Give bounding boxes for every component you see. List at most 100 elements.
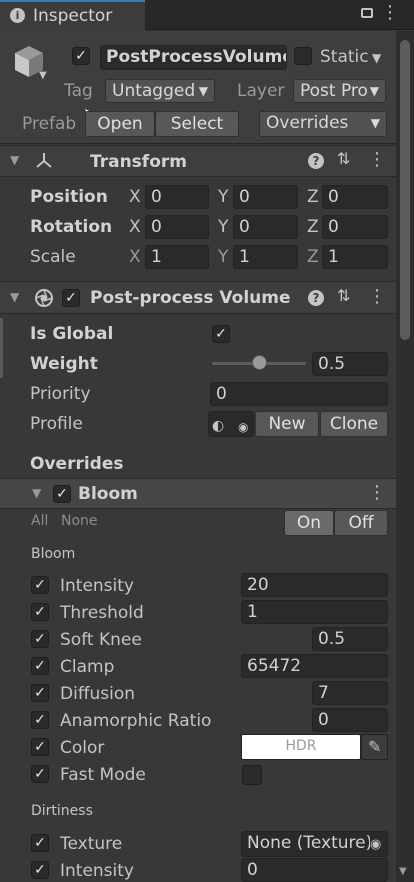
anamorphic-ratio-field[interactable]: 0 xyxy=(312,708,388,732)
clamp-field[interactable]: 65472 xyxy=(241,654,388,678)
position-x-field[interactable]: 0 xyxy=(145,185,209,209)
profile-label: Profile xyxy=(30,414,83,434)
lock-icon[interactable] xyxy=(361,8,373,18)
rotation-z-axis[interactable]: Z xyxy=(307,217,319,237)
prefab-select-button[interactable]: Select xyxy=(155,111,239,137)
intensity-label: Intensity xyxy=(60,576,134,596)
dirt-texture-field[interactable]: None (Texture) ◉ xyxy=(241,831,388,857)
kebab-menu-icon[interactable]: ⋮ xyxy=(368,286,386,307)
bloom-enabled-checkbox[interactable]: ✓ xyxy=(53,485,71,503)
volume-enabled-checkbox[interactable]: ✓ xyxy=(62,289,80,307)
color-override-checkbox[interactable]: ✓ xyxy=(31,738,49,756)
position-x-axis[interactable]: X xyxy=(129,187,141,207)
prefab-overrides-dropdown[interactable]: Overrides ▼ xyxy=(259,111,387,137)
transform-header[interactable]: ▼ Transform ? ⇅ ⋮ xyxy=(0,145,396,177)
static-checkbox[interactable] xyxy=(294,47,312,65)
soft-knee-field[interactable]: 0.5 xyxy=(312,627,388,651)
prefab-open-button[interactable]: Open xyxy=(85,111,155,137)
rotation-y-field[interactable]: 0 xyxy=(233,215,298,239)
aperture-icon xyxy=(34,288,54,308)
position-y-axis[interactable]: Y xyxy=(218,187,228,207)
kebab-menu-icon[interactable]: ⋮ xyxy=(381,2,399,23)
weight-slider-thumb[interactable] xyxy=(251,355,267,370)
overrides-value: Overrides xyxy=(266,113,349,133)
volume-title: Post-process Volume xyxy=(90,288,291,308)
presets-icon[interactable]: ⇅ xyxy=(337,286,350,305)
threshold-field[interactable]: 1 xyxy=(241,600,388,624)
scale-z-field[interactable]: 1 xyxy=(322,245,388,269)
soft-knee-override-checkbox[interactable]: ✓ xyxy=(31,630,49,648)
select-all-link[interactable]: All xyxy=(31,511,48,531)
gameobject-name-field[interactable]: PostProcessVolume xyxy=(100,45,287,70)
profile-asset-icon: ◐ xyxy=(212,418,225,434)
weight-field[interactable]: 0.5 xyxy=(312,352,388,376)
diffusion-override-checkbox[interactable]: ✓ xyxy=(31,684,49,702)
position-z-axis[interactable]: Z xyxy=(307,187,319,207)
help-icon[interactable]: ? xyxy=(308,290,324,306)
bloom-title: Bloom xyxy=(78,484,138,504)
chevron-down-icon: ▼ xyxy=(370,116,380,130)
intensity-field[interactable]: 20 xyxy=(241,573,388,597)
help-icon[interactable]: ? xyxy=(308,153,324,169)
override-indicator-bar xyxy=(0,318,3,378)
rotation-x-field[interactable]: 0 xyxy=(145,215,209,239)
scrollbar-thumb[interactable] xyxy=(400,40,410,340)
bloom-off-toggle[interactable]: Off xyxy=(334,510,388,536)
intensity-override-checkbox[interactable]: ✓ xyxy=(31,576,49,594)
profile-clone-button[interactable]: Clone xyxy=(320,411,388,437)
diffusion-field[interactable]: 7 xyxy=(312,681,388,705)
position-y-field[interactable]: 0 xyxy=(233,185,298,209)
bloom-section-label: Bloom xyxy=(31,546,76,562)
priority-field[interactable]: 0 xyxy=(210,382,388,406)
eyedropper-icon: ✎ xyxy=(368,737,382,756)
collapse-arrow-icon[interactable]: ▼ xyxy=(10,290,19,304)
active-checkbox[interactable]: ✓ xyxy=(72,47,90,65)
static-dropdown-icon[interactable]: ▼ xyxy=(372,51,381,65)
profile-new-button[interactable]: New xyxy=(255,411,319,437)
tag-dropdown[interactable]: Untagged ▼ xyxy=(105,79,215,103)
scroll-down-arrow-icon[interactable]: ▼ xyxy=(399,866,407,877)
object-picker-icon[interactable]: ◉ xyxy=(238,416,248,436)
hdr-label: HDR xyxy=(285,738,317,754)
collapse-arrow-icon[interactable]: ▼ xyxy=(10,153,19,167)
rotation-z-field[interactable]: 0 xyxy=(322,215,388,239)
fast-mode-checkbox[interactable] xyxy=(242,765,262,785)
rotation-y-axis[interactable]: Y xyxy=(218,217,228,237)
layer-dropdown[interactable]: Post Pro ▼ xyxy=(293,79,386,103)
eyedropper-button[interactable]: ✎ xyxy=(361,734,388,760)
position-label[interactable]: Position xyxy=(30,187,108,207)
bloom-on-toggle[interactable]: On xyxy=(284,510,334,536)
bloom-header[interactable]: ▼ ✓ Bloom ⋮ xyxy=(0,478,396,509)
position-z-field[interactable]: 0 xyxy=(322,185,388,209)
threshold-override-checkbox[interactable]: ✓ xyxy=(31,603,49,621)
rotation-x-axis[interactable]: X xyxy=(129,217,141,237)
transform-icon xyxy=(34,151,54,171)
dirt-intensity-override-checkbox[interactable]: ✓ xyxy=(31,861,49,879)
color-swatch[interactable]: HDR xyxy=(241,734,361,760)
tab-inspector[interactable]: i Inspector xyxy=(0,0,145,31)
static-label[interactable]: Static xyxy=(320,47,369,67)
scale-y-axis[interactable]: Y xyxy=(218,247,228,267)
scale-x-axis[interactable]: X xyxy=(129,247,141,267)
dirt-texture-override-checkbox[interactable]: ✓ xyxy=(31,834,49,852)
collapse-arrow-icon[interactable]: ▼ xyxy=(32,486,41,500)
anamorphic-ratio-override-checkbox[interactable]: ✓ xyxy=(31,711,49,729)
dirt-intensity-field[interactable]: 0 xyxy=(241,858,388,882)
scale-y-field[interactable]: 1 xyxy=(233,245,298,269)
scale-z-axis[interactable]: Z xyxy=(307,247,319,267)
object-picker-icon[interactable]: ◉ xyxy=(370,834,382,856)
is-global-checkbox[interactable]: ✓ xyxy=(212,325,230,343)
diffusion-label: Diffusion xyxy=(60,684,136,704)
volume-header[interactable]: ▼ ✓ Post-process Volume ? ⇅ ⋮ xyxy=(0,281,396,314)
fast-mode-override-checkbox[interactable]: ✓ xyxy=(31,765,49,783)
select-none-link[interactable]: None xyxy=(61,511,98,531)
kebab-menu-icon[interactable]: ⋮ xyxy=(368,149,386,170)
scale-x-field[interactable]: 1 xyxy=(145,245,209,269)
profile-object-field[interactable]: ◐ ◉ xyxy=(208,411,254,437)
kebab-menu-icon[interactable]: ⋮ xyxy=(368,482,386,503)
rotation-label[interactable]: Rotation xyxy=(30,217,112,237)
clamp-override-checkbox[interactable]: ✓ xyxy=(31,657,49,675)
presets-icon[interactable]: ⇅ xyxy=(337,149,350,168)
gameobject-icon-dropdown-icon[interactable]: ▼ xyxy=(39,70,47,81)
scale-label[interactable]: Scale xyxy=(30,247,76,267)
